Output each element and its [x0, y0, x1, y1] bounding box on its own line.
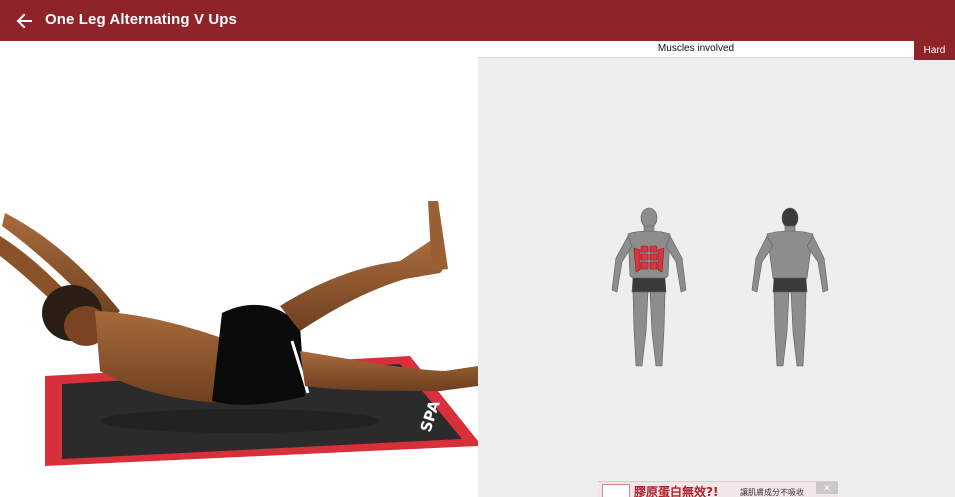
exercise-animation: SPA: [0, 41, 478, 497]
back-button[interactable]: [12, 9, 36, 33]
arrow-left-icon: [16, 13, 32, 29]
muscles-involved-header: Muscles involved: [478, 41, 914, 58]
ad-subtext: 讓肌膚成分不吸收: [740, 488, 804, 497]
muscles-panel: Muscles involved Hard 膠原蛋白無效?! 讓肌膚成分不吸收 …: [478, 41, 955, 497]
figure-lower-leg: [300, 351, 478, 391]
body-front-figure: [611, 207, 687, 367]
exercise-illustration: SPA: [0, 201, 478, 466]
body-back-figure: [751, 207, 829, 367]
ad-logo: [602, 484, 630, 497]
figure-raised-leg: [280, 241, 444, 331]
difficulty-badge: Hard: [914, 41, 955, 60]
page-title: One Leg Alternating V Ups: [45, 11, 237, 28]
app-bar: One Leg Alternating V Ups: [0, 0, 955, 41]
close-icon: ✕: [823, 483, 831, 493]
ad-banner[interactable]: 膠原蛋白無效?! 讓肌膚成分不吸收 ✕: [598, 481, 838, 497]
ad-close-button[interactable]: ✕: [816, 482, 838, 494]
ad-headline: 膠原蛋白無效?!: [634, 485, 719, 497]
figure-shorts: [212, 304, 305, 405]
